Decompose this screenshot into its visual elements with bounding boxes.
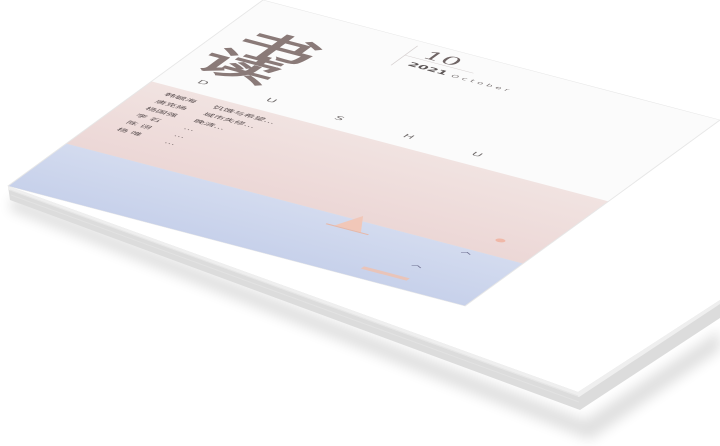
magazine-cover: 10 2021 October 读 书 D U S H U 韩毓海 饥饿与希望…… [7, 0, 720, 307]
magazine-scene: 10 2021 October 读 书 D U S H U 韩毓海 饥饿与希望…… [7, 0, 720, 440]
